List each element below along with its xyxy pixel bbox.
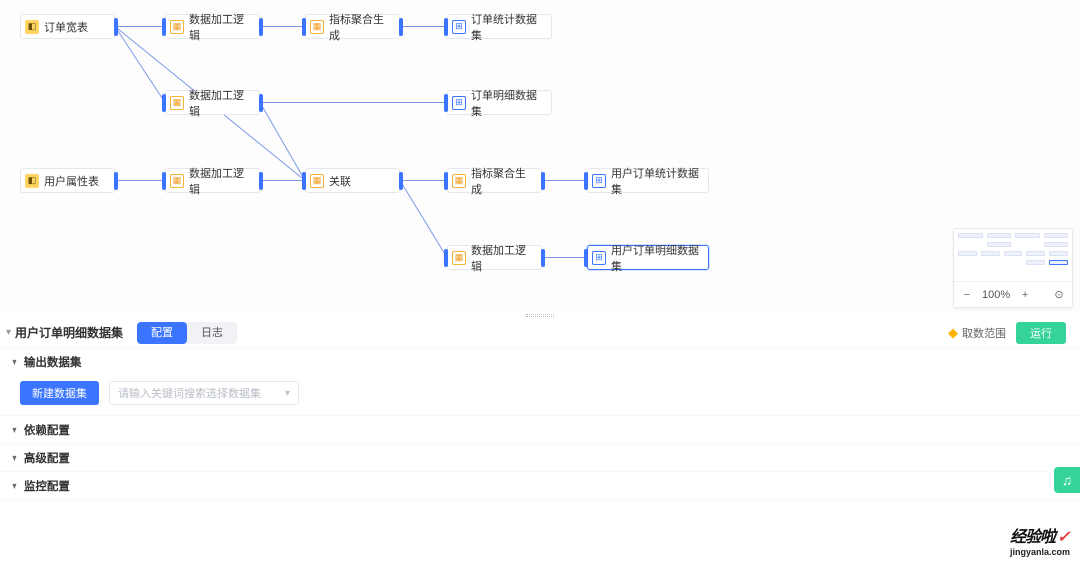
- port-in[interactable]: [162, 94, 166, 112]
- port-in[interactable]: [444, 249, 448, 267]
- minimap[interactable]: − 100% + ⊙: [953, 228, 1073, 308]
- fetch-scope-button[interactable]: ◆ 取数范围: [948, 325, 1006, 341]
- port-out[interactable]: [114, 18, 118, 36]
- node-label: 数据加工逻辑: [189, 87, 251, 119]
- node-label: 订单明细数据集: [471, 87, 543, 119]
- dataset-icon: ⊞: [452, 96, 466, 110]
- dataset-icon: ⊞: [452, 20, 466, 34]
- node-label: 指标聚合生成: [471, 165, 533, 197]
- flow-node-n9[interactable]: ▦ 关联: [305, 168, 400, 193]
- flow-node-n2[interactable]: ▦数据加工逻辑: [165, 14, 260, 39]
- panel-title: 用户订单明细数据集: [15, 324, 123, 341]
- process-icon: ▦: [170, 20, 184, 34]
- port-in[interactable]: [162, 18, 166, 36]
- flow-node-n7[interactable]: ◧ 用户属性表: [20, 168, 115, 193]
- port-in[interactable]: [584, 249, 588, 267]
- section-monitor: ▼ 监控配置: [0, 472, 1080, 500]
- headset-icon: ♫: [1062, 472, 1073, 488]
- section-advanced-head[interactable]: ▼ 高级配置: [0, 444, 1080, 471]
- zoom-fit-button[interactable]: ⊙: [1052, 288, 1066, 301]
- port-in[interactable]: [444, 18, 448, 36]
- port-in[interactable]: [584, 172, 588, 190]
- node-label: 数据加工逻辑: [189, 165, 251, 197]
- node-label: 用户属性表: [44, 173, 99, 189]
- port-out[interactable]: [259, 172, 263, 190]
- process-icon: ▦: [170, 96, 184, 110]
- flow-node-n12[interactable]: ▦数据加工逻辑: [447, 245, 542, 270]
- port-in[interactable]: [444, 172, 448, 190]
- node-label: 数据加工逻辑: [471, 242, 533, 274]
- process-icon: ▦: [452, 174, 466, 188]
- node-label: 指标聚合生成: [329, 11, 391, 43]
- detail-panel: ▾ 用户订单明细数据集 配置 日志 ◆ 取数范围 运行 ▼ 输出数据集 新建数据…: [0, 318, 1080, 565]
- flow-node-n3[interactable]: ▦指标聚合生成: [305, 14, 400, 39]
- table-icon: ◧: [25, 20, 39, 34]
- port-in[interactable]: [302, 172, 306, 190]
- caret-down-icon: ▼: [11, 425, 18, 435]
- flow-node-n4[interactable]: ⊞订单统计数据集: [447, 14, 552, 39]
- node-label: 用户订单统计数据集: [611, 165, 700, 197]
- process-icon: ▦: [452, 251, 466, 265]
- port-out[interactable]: [541, 249, 545, 267]
- tab-config[interactable]: 配置: [137, 322, 187, 344]
- process-icon: ▦: [170, 174, 184, 188]
- port-out[interactable]: [114, 172, 118, 190]
- node-label: 订单宽表: [44, 19, 88, 35]
- collapse-panel-icon[interactable]: ▾: [6, 327, 11, 338]
- dataset-icon: ⊞: [592, 174, 606, 188]
- panel-tabs: 配置 日志: [137, 322, 237, 344]
- port-in[interactable]: [444, 94, 448, 112]
- flow-node-n11[interactable]: ⊞用户订单统计数据集: [587, 168, 709, 193]
- flow-node-n6[interactable]: ⊞订单明细数据集: [447, 90, 552, 115]
- bulb-icon: ◆: [948, 325, 958, 341]
- section-advanced: ▼ 高级配置: [0, 444, 1080, 472]
- zoom-in-button[interactable]: +: [1018, 289, 1032, 301]
- dataset-icon: ⊞: [592, 251, 606, 265]
- caret-down-icon: ▼: [11, 453, 18, 463]
- flow-node-n8[interactable]: ▦数据加工逻辑: [165, 168, 260, 193]
- flow-node-n10[interactable]: ▦指标聚合生成: [447, 168, 542, 193]
- flow-canvas[interactable]: ◧订单宽表▦数据加工逻辑▦指标聚合生成⊞订单统计数据集▦数据加工逻辑⊞订单明细数…: [0, 0, 1080, 312]
- process-icon: ▦: [310, 174, 324, 188]
- port-out[interactable]: [259, 18, 263, 36]
- dataset-select[interactable]: 请输入关键词搜索选择数据集 ▾: [109, 381, 299, 405]
- port-out[interactable]: [541, 172, 545, 190]
- node-label: 订单统计数据集: [471, 11, 543, 43]
- zoom-out-button[interactable]: −: [960, 289, 974, 301]
- node-label: 数据加工逻辑: [189, 11, 251, 43]
- table-icon: ◧: [25, 174, 39, 188]
- process-icon: ▦: [310, 20, 324, 34]
- port-in[interactable]: [162, 172, 166, 190]
- run-button[interactable]: 运行: [1016, 322, 1066, 344]
- node-label: 关联: [329, 173, 351, 189]
- caret-down-icon: ▼: [11, 357, 18, 367]
- section-dependency-head[interactable]: ▼ 依赖配置: [0, 416, 1080, 443]
- zoom-level: 100%: [982, 289, 1010, 301]
- flow-node-n13[interactable]: ⊞用户订单明细数据集: [587, 245, 709, 270]
- watermark: 经验啦✓ jingyanla.com: [1010, 523, 1070, 557]
- caret-down-icon: ▼: [11, 481, 18, 491]
- panel-header: ▾ 用户订单明细数据集 配置 日志 ◆ 取数范围 运行: [0, 318, 1080, 348]
- section-output-head[interactable]: ▼ 输出数据集: [0, 348, 1080, 375]
- port-out[interactable]: [399, 18, 403, 36]
- help-button[interactable]: ♫: [1054, 467, 1080, 493]
- section-dependency: ▼ 依赖配置: [0, 416, 1080, 444]
- minimap-preview: [954, 229, 1072, 281]
- flow-node-n5[interactable]: ▦数据加工逻辑: [165, 90, 260, 115]
- section-output: ▼ 输出数据集 新建数据集 请输入关键词搜索选择数据集 ▾: [0, 348, 1080, 416]
- port-in[interactable]: [302, 18, 306, 36]
- new-dataset-button[interactable]: 新建数据集: [20, 381, 99, 405]
- section-monitor-head[interactable]: ▼ 监控配置: [0, 472, 1080, 499]
- flow-node-n1[interactable]: ◧ 订单宽表: [20, 14, 115, 39]
- port-out[interactable]: [399, 172, 403, 190]
- port-out[interactable]: [259, 94, 263, 112]
- node-label: 用户订单明细数据集: [611, 242, 700, 274]
- tab-log[interactable]: 日志: [187, 322, 237, 344]
- chevron-down-icon: ▾: [285, 388, 290, 399]
